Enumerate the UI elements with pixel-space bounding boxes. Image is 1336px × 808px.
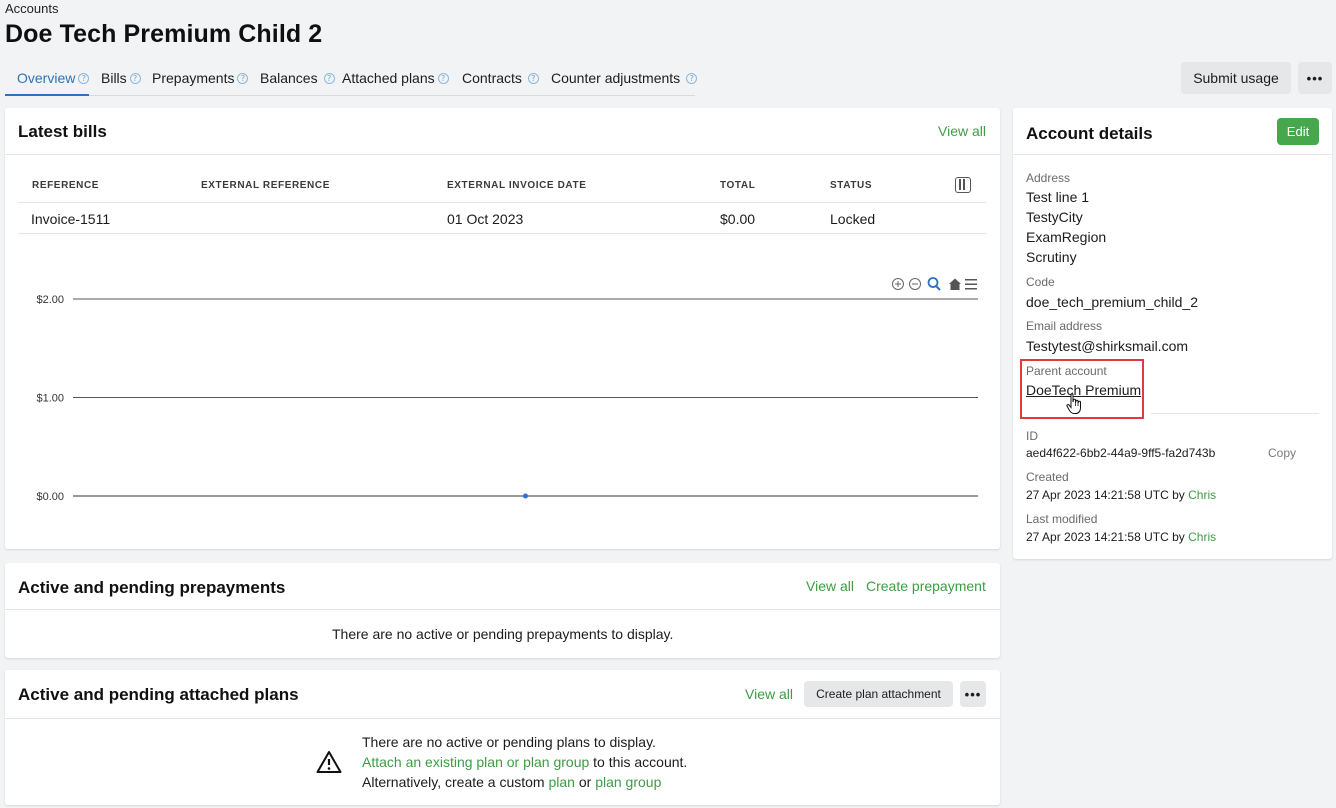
view-all-plans-link[interactable]: View all <box>745 686 793 702</box>
breadcrumb[interactable]: Accounts <box>5 1 58 16</box>
y-tick-label: $0.00 <box>36 491 64 503</box>
tab-counter-adjustments[interactable]: Counter adjustments? <box>551 70 698 86</box>
tab-label: Overview <box>17 70 76 86</box>
card-title: Active and pending prepayments <box>18 578 286 597</box>
modified-value: 27 Apr 2023 14:21:58 UTC by Chris <box>1026 530 1216 544</box>
attach-existing-plan-link[interactable]: Attach an existing plan or plan group <box>362 754 589 770</box>
create-plan-link[interactable]: plan <box>548 774 574 790</box>
created-by-link[interactable]: Chris <box>1188 488 1216 502</box>
modified-by-link[interactable]: Chris <box>1188 530 1216 544</box>
create-prepayment-link[interactable]: Create prepayment <box>866 578 986 594</box>
address-line: Scrutiny <box>1026 249 1077 265</box>
address-line: ExamRegion <box>1026 229 1107 245</box>
text: or <box>574 774 596 790</box>
account-details-card: Account details Edit Address Test line 1… <box>1013 108 1332 559</box>
attach-instruction: Attach an existing plan or plan group to… <box>362 754 687 770</box>
tab-bills[interactable]: Bills? <box>101 70 141 86</box>
page-title: Doe Tech Premium Child 2 <box>5 20 323 48</box>
y-tick-label: $2.00 <box>36 294 64 306</box>
more-actions-button[interactable]: ••• <box>1298 62 1332 94</box>
tab-label: Attached plans <box>342 70 435 86</box>
help-icon[interactable]: ? <box>78 72 90 84</box>
bills-chart: $2.00 $1.00 $0.00 <box>36 294 978 503</box>
latest-bills-card: Latest bills View all REFERENCE EXTERNAL… <box>5 108 1000 549</box>
help-icon[interactable]: ? <box>686 72 698 84</box>
parent-account-label: Parent account <box>1026 364 1107 378</box>
tab-balances[interactable]: Balances? <box>260 70 335 86</box>
created-value: 27 Apr 2023 14:21:58 UTC by Chris <box>1026 488 1216 502</box>
tab-label: Bills <box>101 70 127 86</box>
empty-state-message: There are no active or pending prepaymen… <box>332 626 674 642</box>
text: to this account. <box>589 754 688 770</box>
tab-label: Contracts <box>462 70 522 86</box>
data-point[interactable] <box>523 493 528 499</box>
address-line: Test line 1 <box>1026 189 1090 205</box>
help-icon[interactable]: ? <box>527 72 539 84</box>
help-icon[interactable]: ? <box>237 72 249 84</box>
help-icon[interactable]: ? <box>437 72 449 84</box>
create-plan-group-link[interactable]: plan group <box>595 774 661 790</box>
tab-contracts[interactable]: Contracts? <box>462 70 539 86</box>
y-tick-label: $1.00 <box>36 393 64 405</box>
view-all-prepayments-link[interactable]: View all <box>806 578 854 594</box>
email-label: Email address <box>1026 319 1103 333</box>
created-date: 27 Apr 2023 14:21:58 UTC by <box>1026 488 1189 502</box>
code-label: Code <box>1026 275 1055 289</box>
tab-overview[interactable]: Overview? <box>17 70 90 86</box>
modified-date: 27 Apr 2023 14:21:58 UTC by <box>1026 530 1189 544</box>
address-line: TestyCity <box>1026 209 1083 225</box>
tab-label: Balances <box>260 70 318 86</box>
tab-bar: Overview? Bills? Prepayments? Balances? … <box>5 62 698 96</box>
warning-icon <box>316 750 342 774</box>
id-value: aed4f622-6bb2-44a9-9ff5-fa2d743b <box>1026 446 1216 460</box>
divider <box>5 609 1000 610</box>
tab-label: Counter adjustments <box>551 70 681 86</box>
tab-prepayments[interactable]: Prepayments? <box>152 70 249 86</box>
divider <box>1013 154 1332 155</box>
card-title: Active and pending attached plans <box>18 685 299 704</box>
edit-button[interactable]: Edit <box>1277 118 1319 145</box>
address-label: Address <box>1026 171 1071 185</box>
divider <box>5 718 1000 719</box>
id-label: ID <box>1026 429 1038 443</box>
text: Alternatively, create a custom <box>362 774 549 790</box>
empty-state-message: There are no active or pending plans to … <box>362 734 656 750</box>
card-title: Account details <box>1026 124 1153 143</box>
submit-usage-button[interactable]: Submit usage <box>1181 62 1291 94</box>
attached-plans-card: Active and pending attached plans View a… <box>5 670 1000 805</box>
prepayments-card: Active and pending prepayments View all … <box>5 563 1000 658</box>
help-icon[interactable]: ? <box>323 72 335 84</box>
create-plan-attachment-button[interactable]: Create plan attachment <box>804 681 953 707</box>
copy-button[interactable]: Copy <box>1268 446 1296 460</box>
code-value: doe_tech_premium_child_2 <box>1026 294 1198 310</box>
tab-label: Prepayments <box>152 70 235 86</box>
hand-cursor-icon <box>1065 392 1085 416</box>
tab-attached-plans[interactable]: Attached plans? <box>342 70 449 86</box>
help-icon[interactable]: ? <box>129 72 141 84</box>
divider <box>1151 413 1319 414</box>
modified-label: Last modified <box>1026 512 1098 526</box>
created-label: Created <box>1026 470 1069 484</box>
email-value: Testytest@shirksmail.com <box>1026 338 1189 354</box>
plans-more-button[interactable]: ••• <box>960 681 986 707</box>
create-custom-instruction: Alternatively, create a custom plan or p… <box>362 774 661 790</box>
active-tab-indicator <box>5 94 89 96</box>
